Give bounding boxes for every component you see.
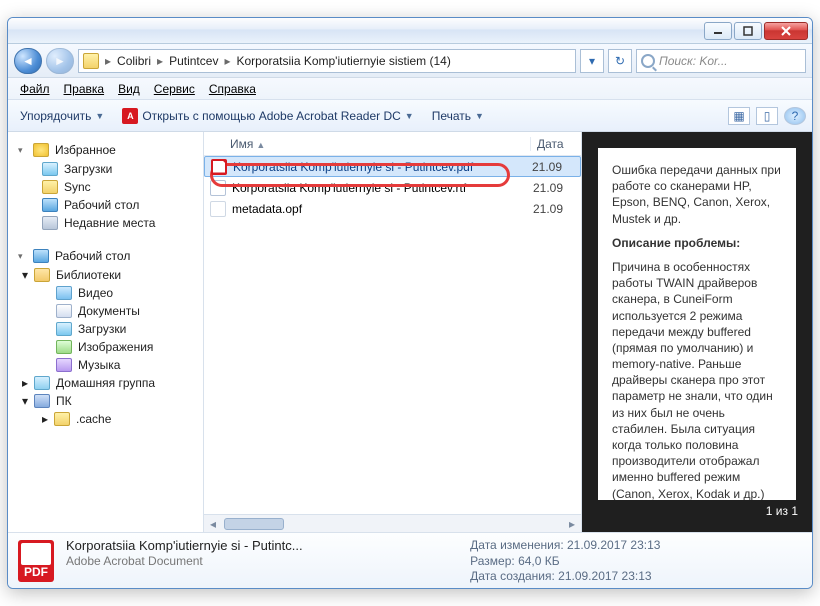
- sidebar-item-downloads2[interactable]: Загрузки: [8, 320, 203, 338]
- open-with-button[interactable]: A Открыть с помощью Adobe Acrobat Reader…: [116, 106, 419, 126]
- menu-view[interactable]: Вид: [114, 80, 144, 98]
- collapse-icon: ▾: [18, 145, 27, 156]
- pdf-icon: [211, 159, 227, 175]
- preview-page: Ошибка передачи данных при работе со ска…: [598, 148, 796, 500]
- chevron-right-icon: ▸: [153, 54, 167, 68]
- sidebar-head-favorites[interactable]: ▾Избранное: [8, 140, 203, 160]
- dropdown-button[interactable]: ▾: [580, 49, 604, 73]
- sidebar-head-desktop[interactable]: ▾Рабочий стол: [8, 246, 203, 266]
- file-row[interactable]: metadata.opf 21.09: [204, 198, 581, 219]
- pdf-icon-large: PDF: [18, 540, 54, 582]
- sidebar-item-pictures[interactable]: Изображения: [8, 338, 203, 356]
- file-date: 21.09: [533, 202, 581, 216]
- titlebar: [8, 18, 812, 44]
- file-date: 21.09: [533, 181, 581, 195]
- search-placeholder: Поиск: Kor...: [659, 54, 728, 68]
- sidebar-item-recent[interactable]: Недавние места: [8, 214, 203, 232]
- expand-icon: ▸: [42, 412, 48, 426]
- h-scrollbar[interactable]: ◂ ▸: [204, 514, 581, 532]
- file-name: Korporatsiia Komp'iutiernyie si - Putint…: [233, 160, 526, 174]
- column-header-row: Имя▲ Дата: [204, 132, 581, 156]
- explorer-window: ◄ ► ▸ Colibri ▸ Putintcev ▸ Korporatsiia…: [7, 17, 813, 589]
- chevron-right-icon: ▸: [220, 54, 234, 68]
- menu-tools[interactable]: Сервис: [150, 80, 199, 98]
- scroll-thumb[interactable]: [224, 518, 284, 530]
- menu-help[interactable]: Справка: [205, 80, 260, 98]
- bc-step[interactable]: Korporatsiia Komp'iutiernyie sistiem (14…: [236, 54, 450, 68]
- collapse-icon: ▾: [22, 268, 28, 282]
- chevron-down-icon: ▼: [405, 111, 414, 121]
- details-size: Размер: 64,0 КБ: [470, 554, 802, 568]
- menu-edit[interactable]: Правка: [60, 80, 109, 98]
- file-row[interactable]: Korporatsiia Komp'iutiernyie si - Putint…: [204, 156, 581, 177]
- details-modified: Дата изменения: 21.09.2017 23:13: [470, 538, 802, 553]
- content-area: ▾Избранное Загрузки Sync Рабочий стол Не…: [8, 132, 812, 532]
- collapse-icon: ▾: [22, 394, 28, 408]
- adobe-icon: A: [122, 108, 138, 124]
- print-button[interactable]: Печать▼: [426, 107, 490, 125]
- sidebar-head-libraries[interactable]: ▾Библиотеки: [8, 266, 203, 284]
- menu-file[interactable]: Файл: [16, 80, 54, 98]
- sidebar: ▾Избранное Загрузки Sync Рабочий стол Не…: [8, 132, 204, 532]
- sidebar-item-downloads[interactable]: Загрузки: [8, 160, 203, 178]
- forward-button[interactable]: ►: [46, 48, 74, 74]
- sidebar-item-video[interactable]: Видео: [8, 284, 203, 302]
- help-button[interactable]: ?: [784, 107, 806, 125]
- view-icon-large[interactable]: ▦: [728, 107, 750, 125]
- details-filetype: Adobe Acrobat Document: [66, 554, 444, 568]
- preview-pane: Ошибка передачи данных при работе со ска…: [582, 132, 812, 532]
- file-pane: Имя▲ Дата Korporatsiia Komp'iutiernyie s…: [204, 132, 582, 532]
- collapse-icon: ▾: [18, 251, 27, 262]
- sidebar-item-cache[interactable]: ▸.cache: [8, 410, 203, 428]
- details-created: Дата создания: 21.09.2017 23:13: [470, 569, 802, 583]
- file-name: Korporatsiia Komp'iutiernyie si - Putint…: [232, 181, 527, 195]
- bc-step[interactable]: Colibri: [117, 54, 151, 68]
- scroll-right-icon[interactable]: ▸: [563, 517, 581, 531]
- chevron-down-icon: ▼: [95, 111, 104, 121]
- details-pane: PDF Korporatsiia Komp'iutiernyie si - Pu…: [8, 532, 812, 588]
- opf-icon: [210, 201, 226, 217]
- file-name: metadata.opf: [232, 202, 527, 216]
- sidebar-item-desktop[interactable]: Рабочий стол: [8, 196, 203, 214]
- file-row[interactable]: Korporatsiia Komp'iutiernyie si - Putint…: [204, 177, 581, 198]
- folder-icon: [83, 53, 99, 69]
- search-input[interactable]: Поиск: Kor...: [636, 49, 806, 73]
- bc-step[interactable]: Putintcev: [169, 54, 218, 68]
- preview-pager: 1 из 1: [582, 500, 812, 524]
- sort-asc-icon: ▲: [256, 140, 265, 150]
- close-button[interactable]: [764, 22, 808, 40]
- search-icon: [641, 54, 655, 68]
- expand-icon: ▸: [22, 376, 28, 390]
- maximize-button[interactable]: [734, 22, 762, 40]
- scroll-left-icon[interactable]: ◂: [204, 517, 222, 531]
- sidebar-item-music[interactable]: Музыка: [8, 356, 203, 374]
- refresh-button[interactable]: ↻: [608, 49, 632, 73]
- details-filename: Korporatsiia Komp'iutiernyie si - Putint…: [66, 538, 444, 553]
- rtf-icon: [210, 180, 226, 196]
- organize-button[interactable]: Упорядочить▼: [14, 107, 110, 125]
- column-name[interactable]: Имя▲: [224, 137, 531, 151]
- minimize-button[interactable]: [704, 22, 732, 40]
- back-button[interactable]: ◄: [14, 48, 42, 74]
- chevron-right-icon: ▸: [101, 54, 115, 68]
- sidebar-item-docs[interactable]: Документы: [8, 302, 203, 320]
- file-list: Korporatsiia Komp'iutiernyie si - Putint…: [204, 156, 581, 514]
- breadcrumb[interactable]: ▸ Colibri ▸ Putintcev ▸ Korporatsiia Kom…: [78, 49, 576, 73]
- toolbar: Упорядочить▼ A Открыть с помощью Adobe A…: [8, 100, 812, 132]
- sidebar-item-sync[interactable]: Sync: [8, 178, 203, 196]
- preview-pane-button[interactable]: ▯: [756, 107, 778, 125]
- sidebar-item-pc[interactable]: ▾ПК: [8, 392, 203, 410]
- chevron-down-icon: ▼: [475, 111, 484, 121]
- menubar: Файл Правка Вид Сервис Справка: [8, 78, 812, 100]
- sidebar-item-homegroup[interactable]: ▸Домашняя группа: [8, 374, 203, 392]
- navbar: ◄ ► ▸ Colibri ▸ Putintcev ▸ Korporatsiia…: [8, 44, 812, 78]
- file-date: 21.09: [532, 160, 580, 174]
- column-date[interactable]: Дата: [531, 137, 581, 151]
